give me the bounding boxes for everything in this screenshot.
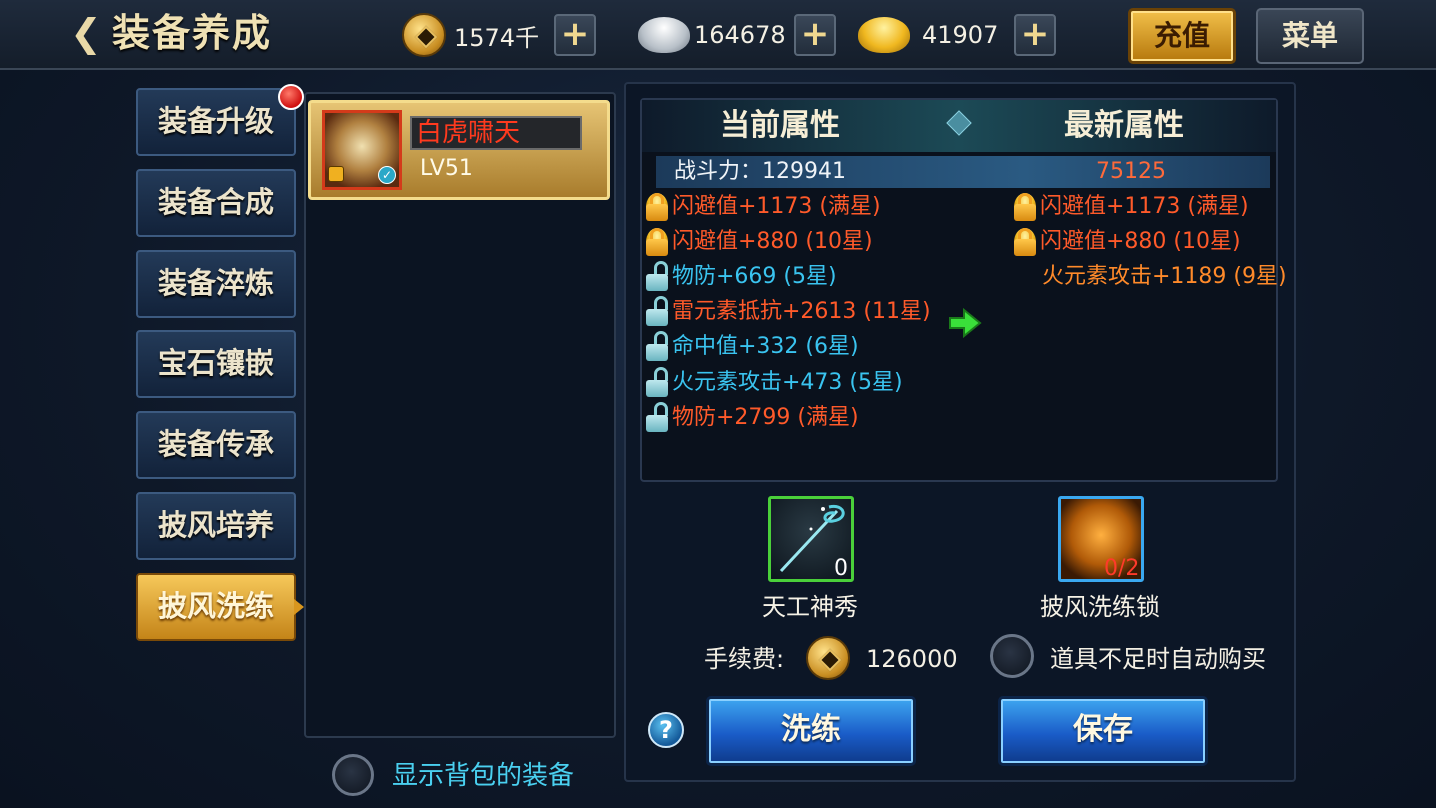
current-attr-row: 闪避值+1173 (满星) (646, 190, 881, 224)
locked-padlock-icon[interactable] (646, 228, 668, 256)
right-arrow-icon (949, 308, 982, 338)
gold-ingot-icon (858, 17, 910, 53)
tab-equip-upgrade[interactable]: 装备升级 (136, 88, 296, 156)
tab-gem-inlay[interactable]: 宝石镶嵌 (136, 330, 296, 398)
new-attr-row: 闪避值+880 (10星) (1014, 225, 1241, 259)
auto-buy-label: 道具不足时自动购买 (1050, 645, 1266, 673)
add-silver-button[interactable]: + (794, 14, 836, 56)
equipment-name: 白虎啸天 (416, 118, 521, 148)
tab-equip-synthesis[interactable]: 装备合成 (136, 169, 296, 237)
current-attr-row: 闪避值+880 (10星) (646, 225, 873, 259)
add-copper-button[interactable]: + (554, 14, 596, 56)
silver-ingot-icon (638, 17, 690, 53)
attr-text: 物防+669 (5星) (672, 264, 837, 289)
tab-cloak-cultivate[interactable]: 披风培养 (136, 492, 296, 560)
attr-text: 闪避值+1173 (满星) (1040, 194, 1249, 219)
current-attr-row: 命中值+332 (6星) (646, 330, 859, 364)
save-button[interactable]: 保存 (998, 696, 1208, 766)
attr-text: 雷元素抵抗+2613 (11星) (672, 299, 931, 324)
unlocked-padlock-icon[interactable] (646, 367, 668, 397)
tab-equip-inherit[interactable]: 装备传承 (136, 411, 296, 479)
current-attr-row: 雷元素抵抗+2613 (11星) (646, 295, 931, 329)
combat-power-current: 战斗力：129941 (674, 159, 846, 184)
locked-padlock-icon (1014, 228, 1036, 256)
tab-equip-tempering[interactable]: 装备淬炼 (136, 250, 296, 318)
fee-label: 手续费: (704, 645, 785, 673)
new-attr-row: 火元素攻击+1189 (9星) (1042, 260, 1287, 294)
attr-text: 火元素攻击+473 (5星) (672, 370, 903, 395)
tab-cloak-refine[interactable]: 披风洗练 (136, 573, 304, 641)
menu-button[interactable]: 菜单 (1256, 8, 1364, 64)
copper-currency: 1574千 (402, 12, 539, 58)
auto-buy-radio[interactable] (990, 634, 1034, 678)
new-attr-row: 闪避值+1173 (满星) (1014, 190, 1249, 224)
gold-amount: 41907 (922, 21, 999, 49)
combat-power-new: 75125 (1096, 159, 1166, 184)
attr-text: 闪避值+1173 (满星) (672, 194, 881, 219)
lock-icon (328, 166, 344, 182)
current-attr-row: 物防+669 (5星) (646, 260, 837, 294)
copper-coin-icon (806, 636, 850, 680)
show-bag-label: 显示背包的装备 (392, 761, 575, 791)
help-button[interactable]: ? (648, 712, 684, 748)
notification-dot (278, 84, 304, 110)
item-name: 天工神秀 (762, 593, 858, 621)
attr-text: 闪避值+880 (10星) (672, 229, 873, 254)
copper-coin-icon (402, 13, 446, 57)
current-attr-row: 物防+2799 (满星) (646, 401, 859, 435)
add-gold-button[interactable]: + (1014, 14, 1056, 56)
attr-text: 物防+2799 (满星) (672, 405, 859, 430)
item-count: 0/2 (1104, 556, 1140, 581)
gold-currency: 41907 (858, 12, 998, 58)
attr-text: 闪避值+880 (10星) (1040, 229, 1241, 254)
silver-amount: 164678 (694, 21, 786, 49)
recharge-button[interactable]: 充值 (1128, 8, 1236, 64)
silver-currency: 164678 (638, 12, 786, 58)
equipment-level: LV51 (420, 156, 473, 181)
attr-text: 命中值+332 (6星) (672, 334, 859, 359)
unlocked-padlock-icon[interactable] (646, 296, 668, 326)
unlocked-padlock-icon[interactable] (646, 261, 668, 291)
copper-amount: 1574千 (454, 23, 540, 52)
page-title: 装备养成 (112, 10, 273, 55)
refine-button[interactable]: 洗练 (706, 696, 916, 766)
current-attr-row: 火元素攻击+473 (5星) (646, 366, 903, 400)
locked-padlock-icon[interactable] (646, 193, 668, 221)
equipped-check-icon: ✓ (378, 166, 396, 184)
show-bag-radio[interactable] (332, 754, 374, 796)
new-attributes-heading: 最新属性 (1064, 108, 1184, 143)
item-name: 披风洗练锁 (1040, 593, 1160, 621)
back-arrow-icon[interactable]: ❮ (70, 8, 110, 58)
current-attributes-heading: 当前属性 (720, 108, 840, 143)
fee-value: 126000 (866, 645, 958, 673)
locked-padlock-icon (1014, 193, 1036, 221)
unlocked-padlock-icon[interactable] (646, 331, 668, 361)
unlocked-padlock-icon[interactable] (646, 402, 668, 432)
attr-text: 火元素攻击+1189 (9星) (1042, 264, 1287, 289)
item-count: 0 (834, 556, 848, 581)
